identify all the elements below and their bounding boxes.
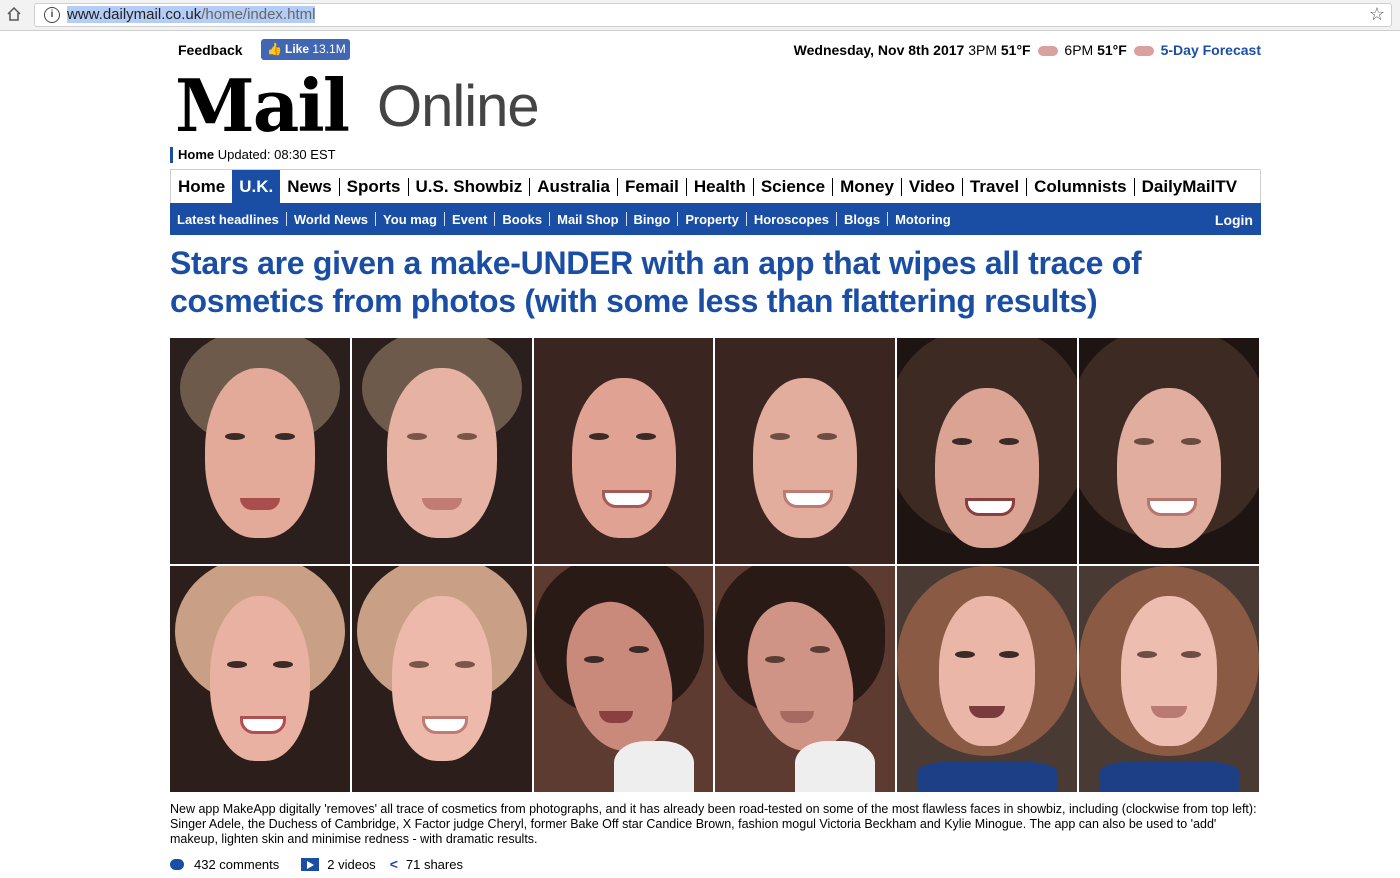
url-input[interactable]: i www.dailymail.co.uk/home/index.html ☆ (34, 3, 1392, 27)
home-icon[interactable] (6, 6, 22, 22)
celebrity-photo[interactable] (1079, 566, 1261, 794)
nav-item-dailymailtv[interactable]: DailyMailTV (1135, 170, 1244, 204)
login-link[interactable]: Login (1215, 212, 1253, 228)
celebrity-photo[interactable] (897, 566, 1080, 794)
celebrity-photo[interactable] (897, 338, 1080, 566)
updated-time: Updated: 08:30 EST (217, 147, 336, 162)
updated-line: Home Updated: 08:30 EST (170, 147, 336, 163)
nav-item-science[interactable]: Science (754, 170, 832, 204)
article-social-bar: 432 comments 2 videos < 71 shares (170, 856, 463, 872)
article-headline[interactable]: Stars are given a make-UNDER with an app… (170, 244, 1261, 320)
subnav-item-blogs[interactable]: Blogs (837, 212, 887, 227)
nav-item-home[interactable]: Home (171, 170, 232, 204)
feedback-link[interactable]: Feedback (178, 42, 243, 58)
info-icon[interactable]: i (44, 7, 60, 23)
subnav-separator (285, 212, 287, 226)
video-icon (301, 857, 320, 871)
subnav-item-you-mag[interactable]: You mag (376, 212, 444, 227)
cloud-icon (1037, 46, 1058, 57)
photo-caption: New app MakeApp digitally 'removes' all … (170, 802, 1257, 846)
celebrity-photo[interactable] (715, 338, 898, 566)
weather-time-1: 3PM (968, 42, 997, 58)
subnav-item-horoscopes[interactable]: Horoscopes (747, 212, 836, 227)
weather-temp-2: 51°F (1097, 42, 1127, 58)
nav-item-money[interactable]: Money (833, 170, 901, 204)
logo-mail: Mail (175, 63, 350, 148)
subnav-separator (625, 212, 627, 226)
subnav-separator (745, 212, 747, 226)
nav-item-columnists[interactable]: Columnists (1027, 170, 1134, 204)
date-weather: Wednesday, Nov 8th 2017 3PM 51°F 6PM 51°… (794, 42, 1261, 58)
subnav-separator (549, 212, 551, 226)
celebrity-photo[interactable] (351, 566, 534, 794)
url-host: www.dailymail.co.uk (67, 6, 202, 23)
subnav-separator (443, 212, 445, 226)
comments-link[interactable]: 432 comments (194, 857, 279, 872)
subnav-separator (887, 212, 889, 226)
bookmark-star-icon[interactable]: ☆ (1369, 4, 1385, 25)
nav-item-travel[interactable]: Travel (963, 170, 1026, 204)
subnav-item-mail-shop[interactable]: Mail Shop (550, 212, 625, 227)
current-date: Wednesday, Nov 8th 2017 (793, 42, 965, 58)
weather-time-2: 6PM (1064, 42, 1094, 58)
videos-link[interactable]: 2 videos (327, 857, 375, 872)
subnav-separator (375, 212, 377, 226)
subnav-separator (494, 212, 496, 226)
subnav-separator (835, 212, 837, 226)
breadcrumb-home[interactable]: Home (178, 147, 214, 162)
nav-item-news[interactable]: News (280, 170, 338, 204)
nav-item-u-s-showbiz[interactable]: U.S. Showbiz (409, 170, 530, 204)
nav-item-femail[interactable]: Femail (618, 170, 686, 204)
facebook-like-button[interactable]: 👍 Like 13.1M (261, 39, 350, 60)
like-count: 13.1M (312, 42, 346, 56)
sub-nav: Latest headlines World News You mag Event Bo… (170, 203, 1261, 235)
celebrity-photo[interactable] (170, 338, 352, 566)
main-nav: Home U.K. News Sports U.S. Showbiz Australia F… (170, 169, 1261, 204)
url-path: /home/index.html (201, 6, 316, 23)
celebrity-photo[interactable] (351, 338, 534, 566)
thumbs-up-icon: 👍 (267, 42, 282, 56)
subnav-item-world-news[interactable]: World News (287, 212, 375, 227)
nav-item-health[interactable]: Health (687, 170, 753, 204)
cloud-icon (1133, 46, 1154, 57)
subnav-separator (677, 212, 679, 226)
weather-temp-1: 51°F (1000, 42, 1031, 58)
comment-icon (170, 858, 184, 870)
subnav-item-books[interactable]: Books (495, 212, 549, 227)
nav-item-video[interactable]: Video (902, 170, 962, 204)
celebrity-photo[interactable] (715, 566, 898, 794)
celebrity-photo[interactable] (533, 338, 716, 566)
logo-online: Online (377, 74, 540, 139)
nav-item-australia[interactable]: Australia (530, 170, 617, 204)
celebrity-photo[interactable] (533, 566, 716, 794)
nav-item-sports[interactable]: Sports (340, 170, 408, 204)
celebrity-photo[interactable] (170, 566, 352, 794)
shares-count[interactable]: 71 shares (406, 857, 463, 872)
subnav-item-bingo[interactable]: Bingo (627, 212, 678, 227)
subnav-item-event[interactable]: Event (445, 212, 494, 227)
browser-address-bar: i www.dailymail.co.uk/home/index.html ☆ (0, 0, 1400, 31)
subnav-item-latest-headlines[interactable]: Latest headlines (170, 212, 286, 227)
nav-item-u-k[interactable]: U.K. (232, 170, 281, 204)
like-label: Like (285, 42, 310, 56)
share-icon: < (389, 856, 398, 872)
subnav-item-property[interactable]: Property (678, 212, 745, 227)
celebrity-photo[interactable] (1079, 338, 1261, 566)
forecast-link[interactable]: 5-Day Forecast (1161, 42, 1261, 58)
subnav-item-motoring[interactable]: Motoring (888, 212, 958, 227)
photo-grid (170, 338, 1261, 794)
